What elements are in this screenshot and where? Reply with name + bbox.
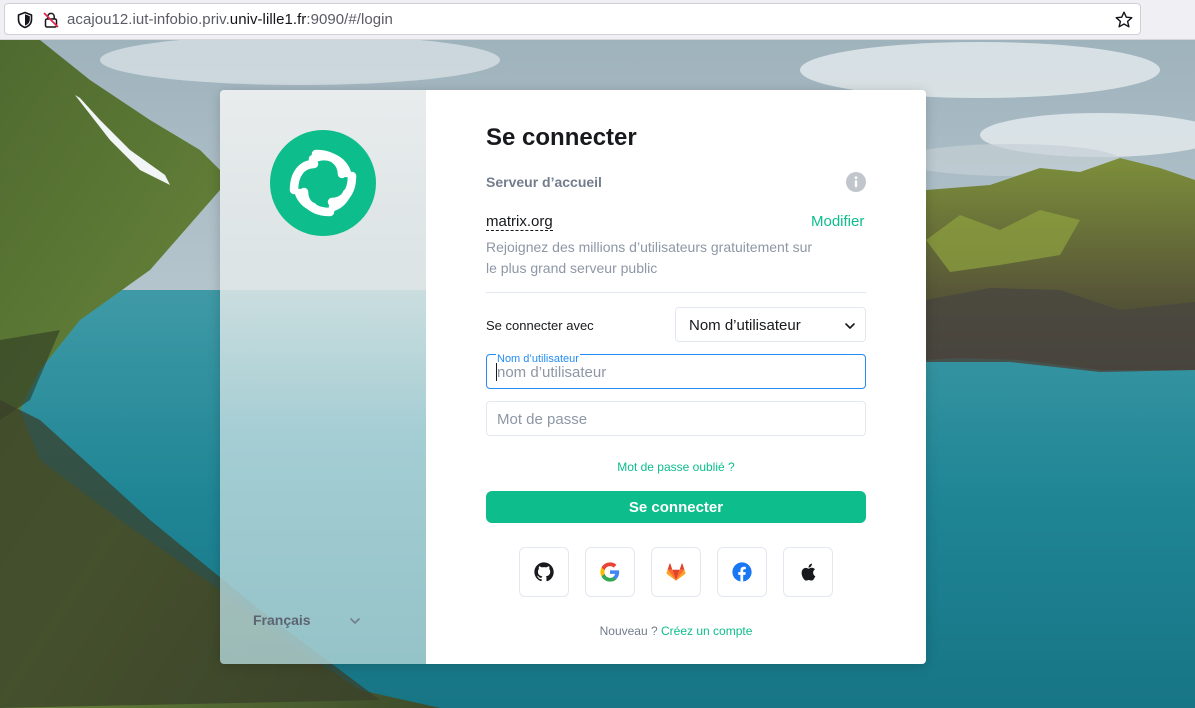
- sso-facebook-button[interactable]: [717, 547, 767, 597]
- username-label: Nom d’utilisateur: [496, 353, 580, 365]
- page-title: Se connecter: [486, 124, 637, 151]
- language-selector[interactable]: Français: [253, 612, 393, 634]
- sso-github-button[interactable]: [519, 547, 569, 597]
- homeserver-name: matrix.org: [486, 213, 553, 231]
- sso-google-button[interactable]: [585, 547, 635, 597]
- url-suffix: :9090/#/login: [306, 11, 393, 28]
- sso-apple-button[interactable]: [783, 547, 833, 597]
- create-account-link[interactable]: Créez un compte: [661, 624, 752, 638]
- shield-icon[interactable]: [16, 11, 34, 29]
- sign-in-button[interactable]: Se connecter: [486, 491, 866, 523]
- text-caret: [496, 363, 497, 381]
- address-bar[interactable]: acajou12.iut-infobio.priv.univ-lille1.fr…: [4, 3, 1141, 35]
- url-text[interactable]: acajou12.iut-infobio.priv.univ-lille1.fr…: [67, 11, 393, 28]
- password-input[interactable]: [497, 409, 847, 429]
- bookmark-star-icon[interactable]: [1114, 10, 1134, 30]
- insecure-lock-icon[interactable]: [42, 11, 60, 29]
- chevron-down-icon: [845, 323, 855, 329]
- edit-homeserver-link[interactable]: Modifier: [811, 213, 864, 230]
- gitlab-icon: [666, 563, 686, 581]
- facebook-icon: [732, 562, 752, 582]
- password-field[interactable]: [486, 401, 866, 436]
- divider: [486, 292, 866, 293]
- login-card: Français Se connecter Serveur d’accueil …: [220, 90, 926, 664]
- login-method-label: Se connecter avec: [486, 318, 594, 333]
- homeserver-description: Rejoignez des millions d’utilisateurs gr…: [486, 239, 813, 276]
- element-logo-icon: [270, 130, 376, 236]
- homeserver-label: Serveur d’accueil: [486, 174, 602, 190]
- sso-gitlab-button[interactable]: [651, 547, 701, 597]
- login-method-value: Nom d’utilisateur: [689, 317, 801, 334]
- url-prefix: acajou12.iut-infobio.priv.: [67, 11, 230, 28]
- info-icon[interactable]: [846, 172, 866, 192]
- login-method-select[interactable]: Nom d’utilisateur: [675, 307, 866, 342]
- url-domain: univ-lille1.fr: [229, 11, 307, 28]
- github-icon: [534, 562, 554, 582]
- chevron-down-icon[interactable]: [349, 615, 361, 627]
- username-input[interactable]: [497, 362, 847, 382]
- browser-toolbar: acajou12.iut-infobio.priv.univ-lille1.fr…: [0, 0, 1195, 40]
- brand-panel: Français: [220, 90, 426, 664]
- signup-prompt: Nouveau ?: [599, 624, 658, 638]
- apple-icon: [801, 563, 816, 581]
- signup-row: Nouveau ? Créez un compte: [486, 624, 866, 638]
- login-form-panel: Se connecter Serveur d’accueil matrix.or…: [426, 90, 926, 664]
- forgot-password-link[interactable]: Mot de passe oublié ?: [486, 460, 866, 474]
- google-icon: [600, 562, 620, 582]
